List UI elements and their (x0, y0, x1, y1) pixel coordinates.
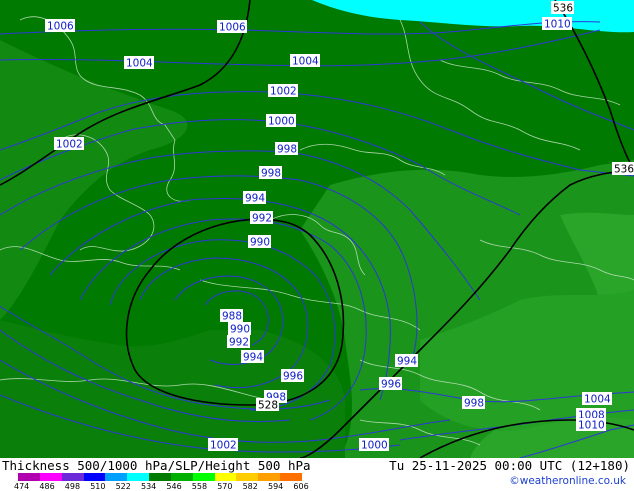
thickness-label-536-east: 536 (612, 162, 634, 176)
colorbar-swatch (105, 473, 128, 481)
isobar-label-1010-northeast: 1010 (542, 17, 572, 31)
isobar-label-1006-north: 1006 (217, 20, 247, 34)
svg-text:992: 992 (229, 337, 249, 349)
svg-text:1006: 1006 (219, 22, 246, 34)
svg-text:528: 528 (258, 400, 278, 412)
isobar-label-1000-south: 1000 (359, 438, 389, 452)
map-canvas: 1006 1006 1004 1004 1002 1002 1000 998 9… (0, 0, 634, 458)
isobar-label-992-north: 992 (250, 211, 273, 225)
colorbar-swatch (170, 473, 193, 481)
footer-legend: Thickness 500/1000 hPa/SLP/Height 500 hP… (0, 458, 634, 491)
svg-text:1004: 1004 (584, 394, 611, 406)
svg-text:998: 998 (277, 144, 297, 156)
svg-text:998: 998 (464, 398, 484, 410)
isobar-label-994-south: 994 (241, 350, 264, 364)
isobar-label-998-center: 998 (259, 166, 282, 180)
colorbar-swatch (280, 473, 302, 481)
svg-text:994: 994 (243, 352, 263, 364)
isobar-label-996-east: 996 (379, 377, 402, 391)
colorbar-swatch (61, 473, 84, 481)
colorbar-swatch (83, 473, 106, 481)
valid-datetime: Tu 25-11-2025 00:00 UTC (12+180) (389, 458, 630, 473)
svg-text:994: 994 (245, 193, 265, 205)
svg-text:536: 536 (553, 3, 573, 15)
svg-text:992: 992 (252, 213, 272, 225)
isobar-label-1000-north: 1000 (266, 114, 296, 128)
svg-text:996: 996 (283, 371, 303, 383)
svg-text:996: 996 (381, 379, 401, 391)
colorbar-swatch (214, 473, 237, 481)
isobar-label-994-north: 994 (243, 191, 266, 205)
isobar-label-998-east: 998 (462, 396, 485, 410)
isobar-label-988: 988 (220, 309, 243, 323)
colorbar-swatch (149, 473, 171, 481)
svg-text:990: 990 (250, 237, 270, 249)
colorbar-swatch (127, 473, 150, 481)
isobar-label-1002-north: 1002 (268, 84, 298, 98)
colorbar-swatch (18, 473, 40, 481)
isobar-label-1006-west: 1006 (45, 19, 75, 33)
isobar-label-1004-north: 1004 (290, 54, 320, 68)
svg-text:990: 990 (230, 324, 250, 336)
thickness-colorbar (18, 473, 302, 481)
colorbar-swatch (236, 473, 259, 481)
svg-text:1000: 1000 (361, 440, 388, 452)
colorbar-swatch (258, 473, 281, 481)
svg-text:1004: 1004 (126, 58, 153, 70)
credit-link[interactable]: ©weatheronline.co.uk (509, 475, 626, 487)
isobar-label-1002-south: 1002 (208, 438, 238, 452)
thickness-label-528: 528 (256, 398, 279, 412)
isobar-label-1004-southeast: 1004 (582, 392, 612, 406)
svg-text:1010: 1010 (578, 420, 605, 432)
isobar-label-1010-southeast: 1010 (576, 418, 606, 432)
svg-text:1004: 1004 (292, 56, 319, 68)
colorbar-swatch (192, 473, 215, 481)
svg-text:1002: 1002 (56, 139, 83, 151)
svg-text:994: 994 (397, 356, 417, 368)
svg-text:988: 988 (222, 311, 242, 323)
isobar-label-1004-west: 1004 (124, 56, 154, 70)
chart-title: Thickness 500/1000 hPa/SLP/Height 500 hP… (2, 458, 311, 473)
isobar-label-992-south: 992 (227, 335, 250, 349)
svg-text:1010: 1010 (544, 19, 571, 31)
colorbar-swatch (39, 473, 62, 481)
isobar-label-998-north: 998 (275, 142, 298, 156)
isobar-label-994-east: 994 (395, 354, 418, 368)
svg-text:998: 998 (261, 168, 281, 180)
svg-text:1006: 1006 (47, 21, 74, 33)
isobar-label-996-south: 996 (281, 369, 304, 383)
svg-text:1002: 1002 (210, 440, 237, 452)
isobar-label-990-north: 990 (248, 235, 271, 249)
thickness-label-536-north: 536 (551, 1, 574, 15)
weather-map: 1006 1006 1004 1004 1002 1002 1000 998 9… (0, 0, 634, 458)
svg-text:1002: 1002 (270, 86, 297, 98)
svg-text:1000: 1000 (268, 116, 295, 128)
isobar-label-1002-west: 1002 (54, 137, 84, 151)
svg-text:536: 536 (614, 164, 634, 176)
isobar-label-990-south: 990 (228, 322, 251, 336)
